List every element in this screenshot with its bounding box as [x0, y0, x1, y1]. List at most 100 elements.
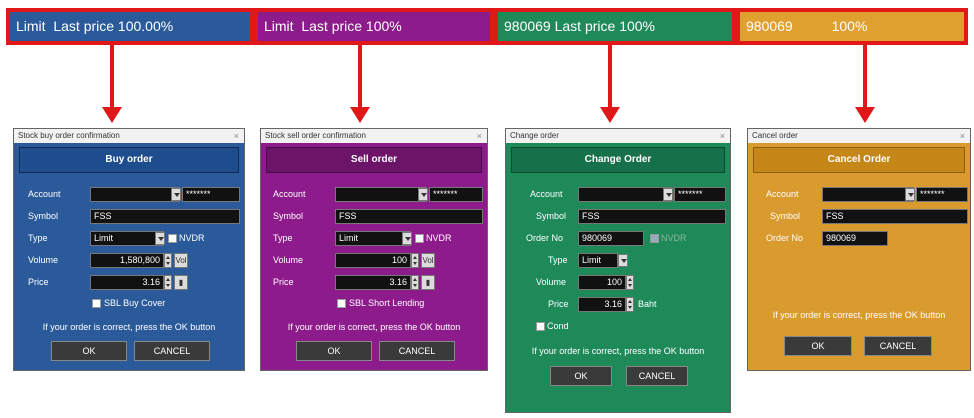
bar-buy: Limit Last price 100.00%	[6, 8, 254, 45]
password-field[interactable]: *******	[182, 187, 240, 202]
arrow-buy	[102, 45, 122, 123]
account-select[interactable]	[578, 187, 672, 202]
order-no-field[interactable]: 980069	[822, 231, 888, 246]
symbol-field[interactable]: FSS	[90, 209, 240, 224]
close-icon[interactable]: ×	[234, 129, 239, 143]
sell-dialog: Stock sell order confirmation × Sell ord…	[260, 128, 488, 371]
chevron-down-icon[interactable]	[905, 188, 915, 201]
ok-button[interactable]: OK	[296, 341, 372, 361]
volume-field[interactable]: 100	[335, 253, 411, 268]
arrow-change	[600, 45, 620, 123]
account-label: Account	[273, 189, 306, 199]
symbol-label: Symbol	[28, 211, 59, 221]
type-label: Type	[273, 233, 293, 243]
nvdr-checkbox[interactable]	[168, 234, 177, 243]
order-no-field[interactable]: 980069	[578, 231, 644, 246]
price-stepper[interactable]	[164, 275, 172, 290]
password-field[interactable]: *******	[916, 187, 968, 202]
volume-field[interactable]: 1,580,800	[90, 253, 164, 268]
vol-button[interactable]: Vol	[421, 253, 435, 268]
buy-dialog: Stock buy order confirmation × Buy order…	[13, 128, 245, 371]
symbol-label: Symbol	[536, 211, 567, 221]
volume-stepper[interactable]	[164, 253, 172, 268]
sbl-checkbox[interactable]	[337, 299, 346, 308]
nvdr-label: NVDR	[179, 233, 205, 243]
arrow-sell	[350, 45, 370, 123]
close-icon[interactable]: ×	[720, 129, 725, 143]
confirm-message: If your order is correct, press the OK b…	[531, 346, 705, 356]
cancel-button[interactable]: CANCEL	[379, 341, 455, 361]
type-select[interactable]: Limit	[578, 253, 618, 268]
price-label: Price	[273, 277, 294, 287]
price-stepper[interactable]	[411, 275, 419, 290]
buy-header: Buy order	[19, 147, 239, 173]
chevron-down-icon[interactable]	[155, 232, 165, 245]
volume-label: Volume	[536, 277, 567, 287]
chevron-down-icon[interactable]	[171, 188, 181, 201]
sell-titlebar: Stock sell order confirmation ×	[261, 129, 487, 143]
type-select[interactable]: Limit	[90, 231, 164, 246]
sbl-checkbox[interactable]	[92, 299, 101, 308]
price-field[interactable]: 3.16	[335, 275, 411, 290]
cond-checkbox[interactable]	[536, 322, 545, 331]
buy-titlebar: Stock buy order confirmation ×	[14, 129, 244, 143]
chevron-down-icon[interactable]	[402, 232, 412, 245]
nvdr-checkbox[interactable]	[415, 234, 424, 243]
ok-button[interactable]: OK	[550, 366, 612, 386]
price-stepper[interactable]	[626, 297, 634, 312]
cancel-window-title: Cancel order	[752, 131, 798, 140]
nvdr-checkbox[interactable]	[650, 234, 659, 243]
chevron-down-icon[interactable]	[618, 254, 628, 267]
vol-button[interactable]: Vol	[174, 253, 188, 268]
cond-label: Cond	[547, 321, 569, 331]
account-select[interactable]	[822, 187, 914, 202]
price-step-button[interactable]: ▮	[174, 275, 188, 290]
account-select[interactable]	[90, 187, 180, 202]
confirm-message: If your order is correct, press the OK b…	[287, 322, 461, 332]
account-label: Account	[28, 189, 61, 199]
cancel-button[interactable]: CANCEL	[626, 366, 688, 386]
symbol-label: Symbol	[273, 211, 304, 221]
cancel-button[interactable]: CANCEL	[864, 336, 932, 356]
bar-change: 980069 Last price 100%	[494, 8, 736, 45]
price-field[interactable]: 3.16	[578, 297, 626, 312]
type-select[interactable]: Limit	[335, 231, 411, 246]
cancel-header: Cancel Order	[753, 147, 965, 173]
change-window-title: Change order	[510, 131, 559, 140]
chevron-down-icon[interactable]	[418, 188, 428, 201]
price-step-button[interactable]: ▮	[421, 275, 435, 290]
volume-stepper[interactable]	[411, 253, 419, 268]
account-select[interactable]	[335, 187, 427, 202]
symbol-field[interactable]: FSS	[578, 209, 726, 224]
cancel-titlebar: Cancel order ×	[748, 129, 970, 143]
symbol-field[interactable]: FSS	[335, 209, 483, 224]
symbol-field[interactable]: FSS	[822, 209, 968, 224]
close-icon[interactable]: ×	[477, 129, 482, 143]
price-label: Price	[28, 277, 49, 287]
password-field[interactable]: *******	[674, 187, 726, 202]
buy-window-title: Stock buy order confirmation	[18, 131, 120, 140]
volume-label: Volume	[28, 255, 59, 265]
close-icon[interactable]: ×	[960, 129, 965, 143]
price-field[interactable]: 3.16	[90, 275, 164, 290]
account-label: Account	[530, 189, 563, 199]
ok-button[interactable]: OK	[51, 341, 127, 361]
volume-field[interactable]: 100	[578, 275, 626, 290]
price-label: Price	[548, 299, 569, 309]
ok-button[interactable]: OK	[784, 336, 852, 356]
sell-window-title: Stock sell order confirmation	[265, 131, 366, 140]
cancel-button[interactable]: CANCEL	[134, 341, 210, 361]
password-field[interactable]: *******	[429, 187, 483, 202]
order-no-label: Order No	[526, 233, 564, 243]
volume-stepper[interactable]	[626, 275, 634, 290]
change-header: Change Order	[511, 147, 725, 173]
cancel-dialog: Cancel order × Cancel Order Account ****…	[747, 128, 971, 371]
chevron-down-icon[interactable]	[663, 188, 673, 201]
baht-label: Baht	[638, 299, 657, 309]
symbol-label: Symbol	[770, 211, 801, 221]
sell-header: Sell order	[266, 147, 482, 173]
type-label: Type	[548, 255, 568, 265]
confirm-message: If your order is correct, press the OK b…	[772, 310, 946, 320]
nvdr-label: NVDR	[661, 233, 687, 243]
bar-cancel: 980069 100%	[736, 8, 968, 45]
